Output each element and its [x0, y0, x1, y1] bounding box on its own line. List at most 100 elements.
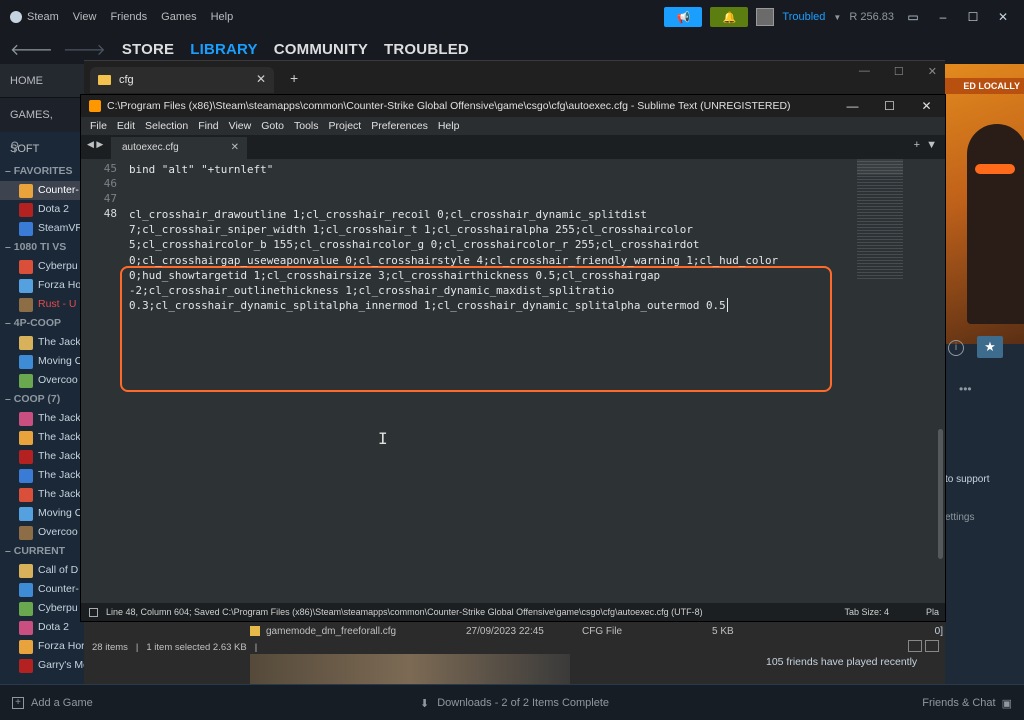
file-row[interactable]: gamemode_dm_freeforall.cfg 27/09/2023 22… — [250, 622, 945, 640]
code-line[interactable]: bind "alt" "+turnleft" — [129, 162, 273, 177]
nav-community[interactable]: COMMUNITY — [274, 41, 368, 58]
settings-link[interactable]: ettings — [945, 512, 974, 523]
game-list-item[interactable]: Moving O — [0, 352, 84, 371]
minimize-button[interactable]: – — [932, 10, 954, 24]
minimize-button[interactable]: — — [859, 65, 870, 78]
favorite-star-button[interactable]: ★ — [977, 336, 1003, 358]
bracket-text: 0] — [934, 626, 943, 637]
game-list-item[interactable]: Garry's Mod — [0, 656, 84, 675]
maximize-button[interactable]: ☐ — [871, 95, 908, 117]
menu-project[interactable]: Project — [324, 120, 367, 132]
menu-file[interactable]: File — [85, 120, 112, 132]
game-title: Moving O — [38, 355, 83, 367]
menu-view[interactable]: View — [73, 11, 97, 23]
screenshot-thumbnails[interactable] — [250, 654, 570, 684]
avatar[interactable] — [756, 8, 775, 26]
steam-menu[interactable]: Steam — [10, 11, 59, 23]
chevron-down-icon[interactable]: ▼ — [833, 13, 841, 22]
game-list-item[interactable]: The Jack — [0, 485, 84, 504]
collection-header[interactable]: – FAVORITES — [0, 162, 84, 181]
games-filter-dropdown[interactable]: GAMES, SOFT — [0, 98, 84, 155]
code-line-crosshair-config[interactable]: cl_crosshair_drawoutline 1;cl_crosshair_… — [129, 207, 778, 313]
game-list-item[interactable]: Moving O — [0, 504, 84, 523]
game-list-item[interactable]: The Jack — [0, 428, 84, 447]
game-list-item[interactable]: Counter- — [0, 181, 84, 200]
game-list-item[interactable]: Forza Horizon 5 — [0, 637, 84, 656]
code-editor[interactable]: 45 46 47 48 bind "alt" "+turnleft" cl_cr… — [81, 159, 945, 603]
tab-size[interactable]: Tab Size: 4 — [844, 603, 889, 621]
scrollbar[interactable] — [938, 429, 943, 559]
minimap[interactable] — [857, 161, 903, 281]
game-list-item[interactable]: SteamVR — [0, 219, 84, 238]
library-home[interactable]: HOME — [0, 64, 84, 98]
menu-view[interactable]: View — [224, 120, 257, 132]
nav-store[interactable]: STORE — [122, 41, 174, 58]
tab-autoexec[interactable]: autoexec.cfg ✕ — [111, 137, 247, 159]
menu-steam[interactable]: Steam — [27, 11, 59, 23]
syntax-selector[interactable]: Pla — [926, 603, 939, 621]
menu-tools[interactable]: Tools — [289, 120, 324, 132]
collection-header[interactable]: – 1080 TI VS — [0, 238, 84, 257]
game-list-item[interactable]: Overcoo — [0, 523, 84, 542]
menu-goto[interactable]: Goto — [256, 120, 289, 132]
panel-toggle-icon[interactable] — [89, 607, 98, 617]
menu-help[interactable]: Help — [211, 11, 234, 23]
collection-header[interactable]: – COOP (7) — [0, 390, 84, 409]
game-list-item[interactable]: Dota 2 — [0, 618, 84, 637]
menu-help[interactable]: Help — [433, 120, 465, 132]
menu-preferences[interactable]: Preferences — [366, 120, 433, 132]
game-list-item[interactable]: The Jack — [0, 333, 84, 352]
game-list-item[interactable]: Overcoo — [0, 371, 84, 390]
game-list-item[interactable]: Rust - U — [0, 295, 84, 314]
minimap-viewport[interactable] — [857, 159, 903, 175]
notifications-button[interactable]: 🔔 — [710, 7, 749, 27]
minimize-button[interactable]: — — [834, 95, 871, 117]
maximize-button[interactable]: ☐ — [894, 65, 904, 78]
nav-library[interactable]: LIBRARY — [190, 41, 258, 58]
menu-games[interactable]: Games — [161, 11, 196, 23]
tab-menu-icon[interactable]: + ▼ — [914, 139, 937, 151]
view-toggle[interactable] — [908, 640, 939, 652]
add-game-button[interactable]: + Add a Game — [12, 685, 93, 720]
game-list-item[interactable]: Cyberpu — [0, 257, 84, 276]
game-list-item[interactable]: Counter- — [0, 580, 84, 599]
collection-header[interactable]: – CURRENT — [0, 542, 84, 561]
maximize-button[interactable]: ☐ — [962, 10, 984, 24]
menu-find[interactable]: Find — [193, 120, 223, 132]
tiles-view-icon[interactable] — [925, 640, 939, 652]
big-picture-icon[interactable]: ▭ — [902, 10, 924, 24]
close-tab-icon[interactable]: ✕ — [256, 72, 266, 86]
game-list-item[interactable]: Dota 2 — [0, 200, 84, 219]
close-button[interactable]: ✕ — [992, 10, 1014, 24]
plus-icon: + — [12, 697, 24, 709]
more-options-icon[interactable]: ••• — [959, 382, 972, 396]
details-view-icon[interactable] — [908, 640, 922, 652]
game-list-item[interactable]: Forza Ho — [0, 276, 84, 295]
game-list-item[interactable]: Call of D — [0, 561, 84, 580]
game-icon — [19, 335, 33, 350]
menu-selection[interactable]: Selection — [140, 120, 193, 132]
nav-profile[interactable]: TROUBLED — [384, 41, 469, 58]
forward-arrow-icon[interactable]: 🡒 — [63, 39, 106, 60]
back-arrow-icon[interactable]: 🡐 — [10, 39, 53, 60]
close-button[interactable]: ✕ — [928, 65, 937, 78]
game-list-item[interactable]: The Jack — [0, 466, 84, 485]
menu-friends[interactable]: Friends — [110, 11, 147, 23]
close-button[interactable]: ✕ — [908, 95, 945, 117]
game-list-item[interactable]: Cyberpu — [0, 599, 84, 618]
support-link[interactable]: to support — [945, 474, 989, 485]
announcements-button[interactable]: 📢 — [664, 7, 703, 27]
game-list-item[interactable]: The Jack — [0, 409, 84, 428]
info-icon[interactable]: i — [948, 340, 964, 356]
menu-edit[interactable]: Edit — [112, 120, 140, 132]
close-tab-icon[interactable]: ✕ — [231, 137, 239, 159]
explorer-tab[interactable]: cfg ✕ — [90, 67, 274, 93]
game-list-item[interactable]: The Jack — [0, 447, 84, 466]
tab-nav-arrows-icon[interactable]: ◀ ▶ — [87, 139, 103, 150]
new-tab-button[interactable]: + — [290, 70, 298, 86]
account-name[interactable]: Troubled — [782, 11, 825, 23]
search-icon[interactable]: ⚲ — [0, 132, 84, 162]
friends-chat-button[interactable]: Friends & Chat ▣ — [922, 685, 1012, 720]
collection-header[interactable]: – 4P-COOP — [0, 314, 84, 333]
downloads-button[interactable]: ⬇ Downloads - 2 of 2 Items Complete — [420, 685, 609, 720]
